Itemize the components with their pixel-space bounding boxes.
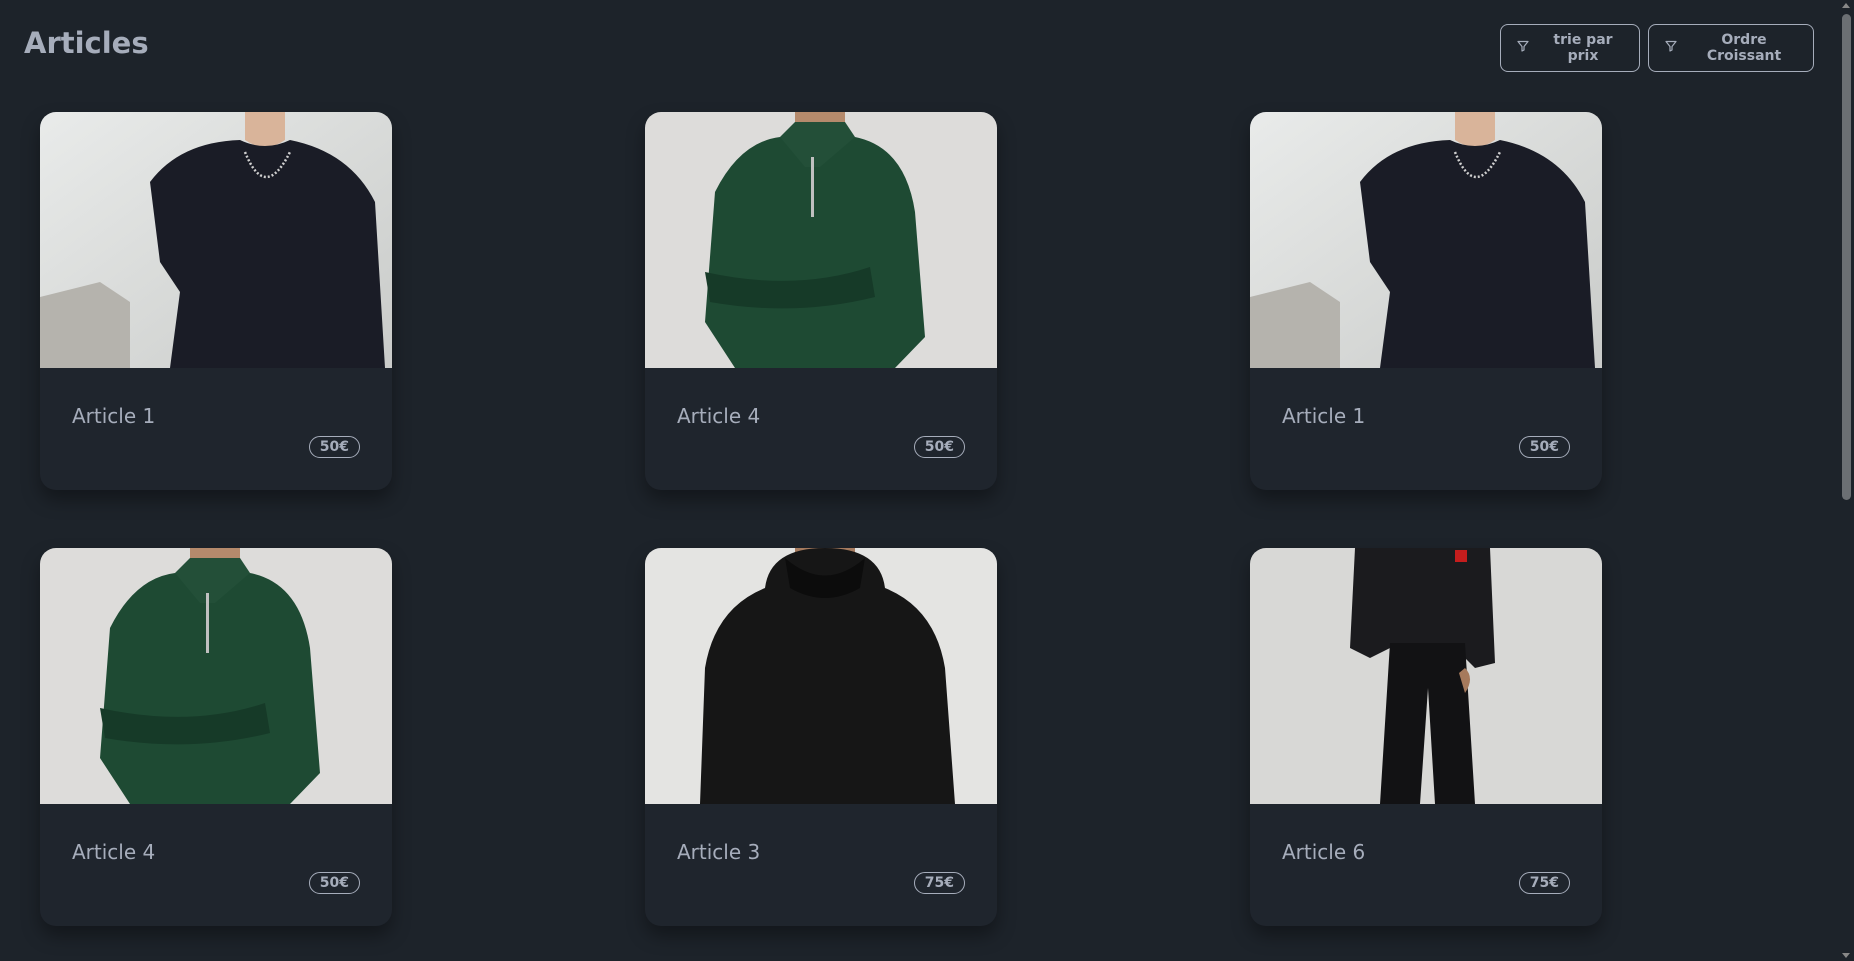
sort-by-price-button[interactable]: trie par prix xyxy=(1500,24,1640,72)
price-badge: 50€ xyxy=(913,436,965,458)
scroll-down-icon[interactable] xyxy=(1842,953,1850,958)
article-card[interactable]: Article 1 50€ xyxy=(40,112,392,490)
article-title: Article 3 xyxy=(677,840,761,864)
vertical-scrollbar[interactable] xyxy=(1839,0,1854,961)
filter-icon xyxy=(1517,40,1529,56)
article-title: Article 1 xyxy=(72,404,156,428)
price-badge: 50€ xyxy=(1518,436,1570,458)
article-image xyxy=(40,112,392,368)
article-title: Article 4 xyxy=(72,840,156,864)
article-title: Article 6 xyxy=(1282,840,1366,864)
article-title: Article 1 xyxy=(1282,404,1366,428)
article-card[interactable]: Article 1 50€ xyxy=(1250,112,1602,490)
price-badge: 50€ xyxy=(308,872,360,894)
page-title: Articles xyxy=(24,26,149,60)
sort-order-label: Ordre Croissant xyxy=(1706,32,1782,64)
sort-order-button[interactable]: Ordre Croissant xyxy=(1648,24,1814,72)
article-card[interactable]: Article 3 75€ xyxy=(645,548,997,926)
article-image xyxy=(40,548,392,804)
article-card[interactable]: Article 6 75€ xyxy=(1250,548,1602,926)
price-badge: 75€ xyxy=(913,872,965,894)
price-badge: 75€ xyxy=(1518,872,1570,894)
article-card[interactable]: Article 4 50€ xyxy=(645,112,997,490)
article-title: Article 4 xyxy=(677,404,761,428)
scroll-up-icon[interactable] xyxy=(1842,3,1850,8)
scrollbar-thumb[interactable] xyxy=(1842,14,1851,500)
price-badge: 50€ xyxy=(308,436,360,458)
article-image xyxy=(645,112,997,368)
article-card[interactable]: Article 4 50€ xyxy=(40,548,392,926)
article-image xyxy=(1250,112,1602,368)
sort-by-price-label: trie par prix xyxy=(1553,32,1613,64)
article-image xyxy=(645,548,997,804)
filter-icon xyxy=(1665,40,1677,56)
article-image xyxy=(1250,548,1602,804)
